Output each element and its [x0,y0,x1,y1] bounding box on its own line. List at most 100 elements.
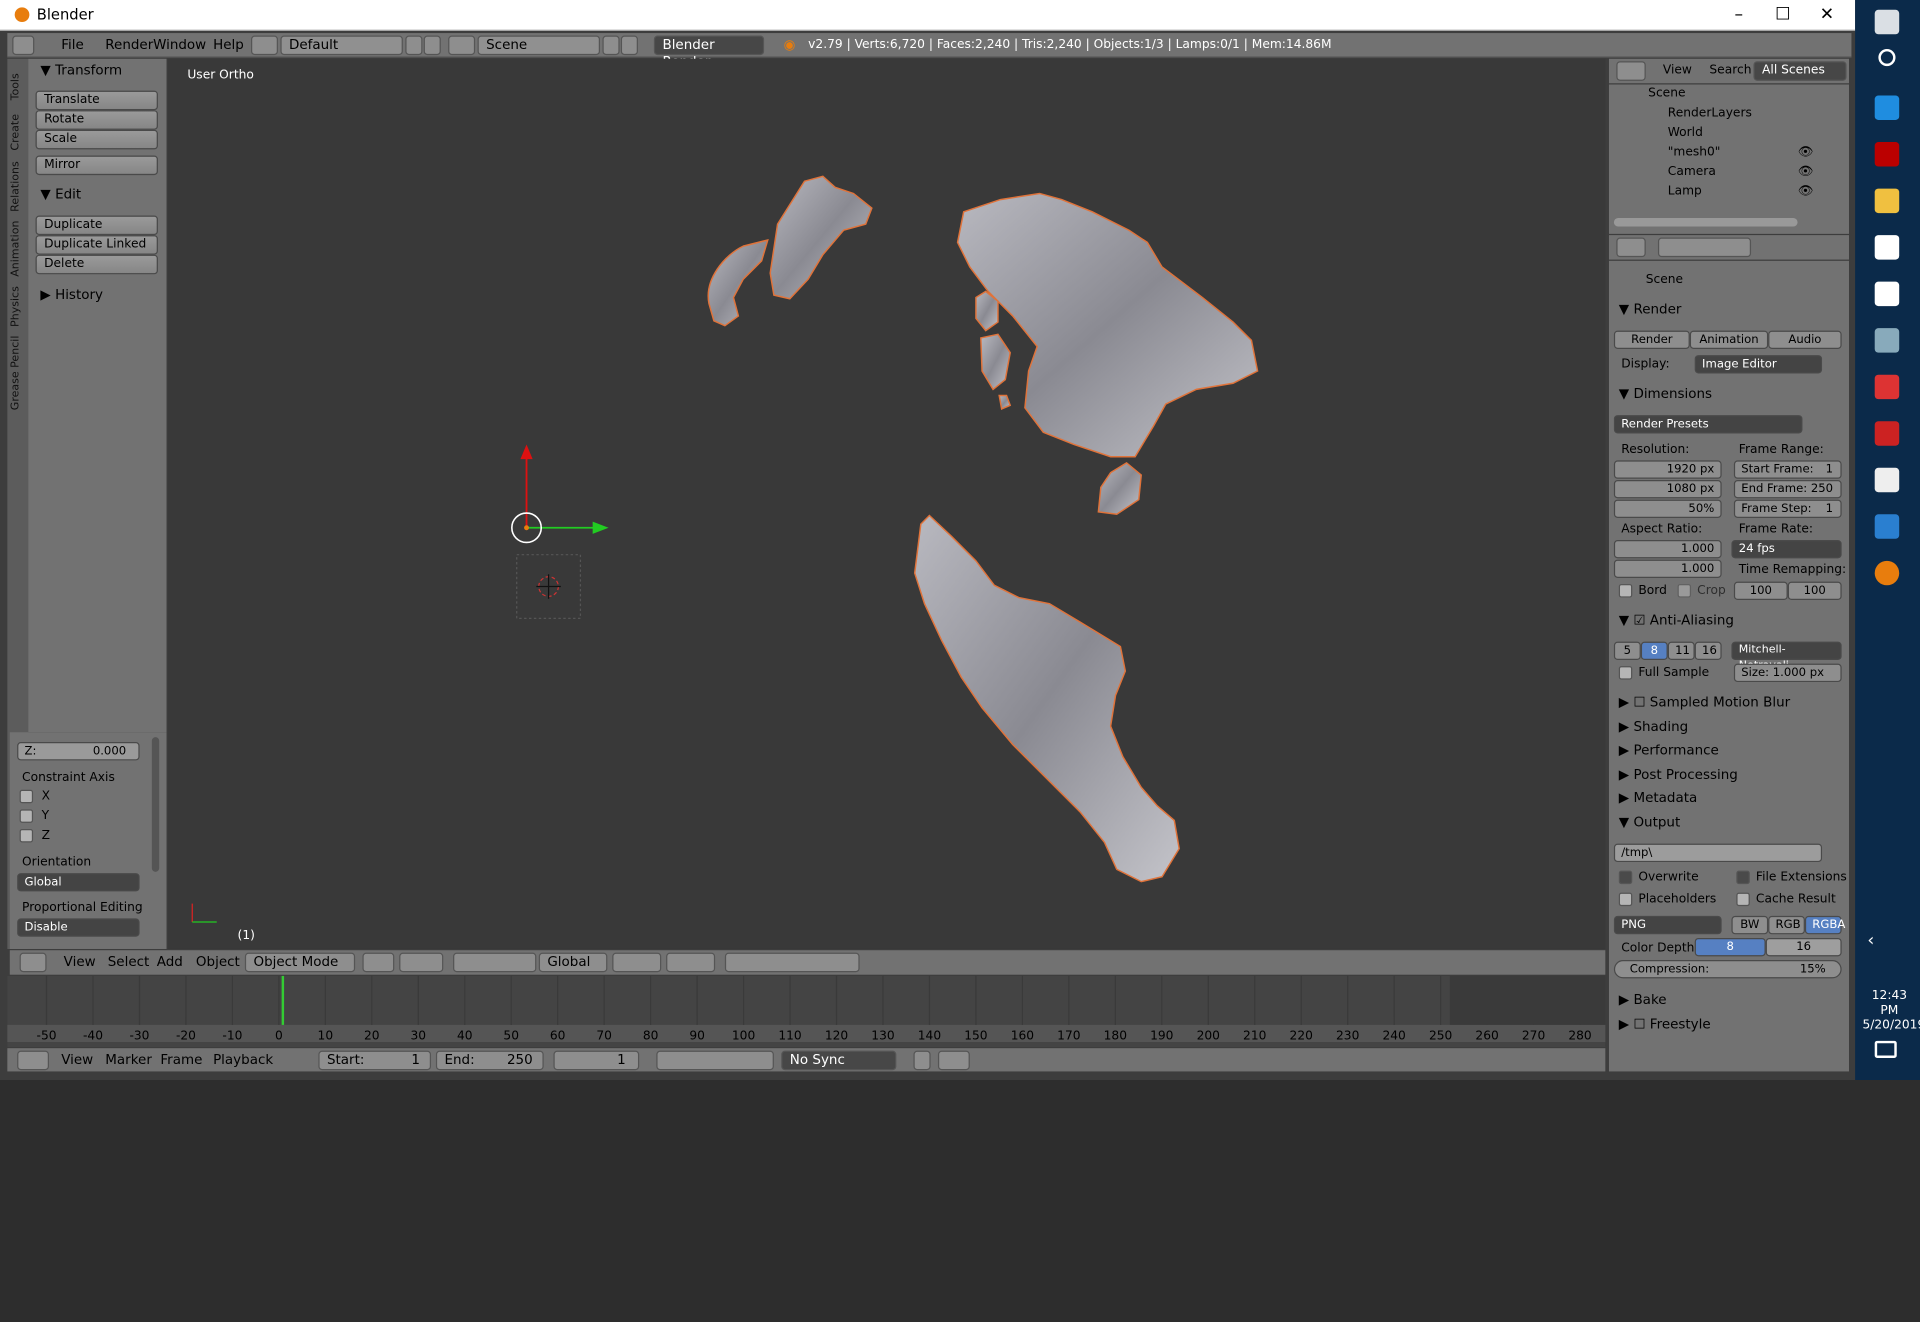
res-x-field[interactable]: 1920 px [1613,460,1722,479]
compression-slider[interactable]: Compression: 15% [1613,960,1842,979]
editor-type-icon[interactable] [12,35,35,56]
tl-menu-marker[interactable]: Marker [105,1049,152,1071]
bake-section[interactable]: ▶ Bake [1619,992,1667,1008]
orientation-select[interactable]: Global [17,873,140,892]
snap-icons[interactable] [724,952,860,973]
axis-z-checkbox[interactable] [19,828,34,843]
3d-viewport[interactable]: User Ortho (1) [167,58,1606,949]
playback-controls[interactable] [656,1050,774,1071]
duplicate-linked-button[interactable]: Duplicate Linked [35,235,158,255]
bw-button[interactable]: BW [1731,915,1769,935]
end-frame-field[interactable]: End Frame: 250 [1733,480,1842,499]
axis-x-checkbox[interactable] [19,789,34,804]
tab-physics[interactable]: Physics [10,282,26,331]
performance-section[interactable]: ▶ Performance [1619,742,1719,758]
amazon-icon[interactable] [1874,281,1900,307]
tl-menu-view[interactable]: View [61,1049,93,1071]
aspect-x-field[interactable]: 1.000 [1613,540,1722,559]
mode-select[interactable]: Object Mode [244,952,356,973]
transform-manipulator[interactable] [511,444,609,544]
aa-5-button[interactable]: 5 [1613,641,1641,661]
blender-taskbar-icon[interactable] [1874,560,1900,586]
frame-step-field[interactable]: Frame Step: 1 [1733,499,1842,518]
audio-button[interactable]: Audio [1768,330,1842,349]
display-select[interactable]: Image Editor [1694,355,1823,374]
output-path-field[interactable]: /tmp\ [1613,843,1823,863]
sync-select[interactable]: No Sync [781,1050,897,1071]
render-engine-select[interactable]: Blender Render [653,35,765,70]
eye-icon[interactable]: 👁 [1798,185,1814,198]
scale-button[interactable]: Scale [35,129,158,150]
full-sample-checkbox[interactable] [1618,666,1633,680]
aa-filter-select[interactable]: Mitchell-Netravali [1731,641,1842,672]
file-extensions-checkbox[interactable] [1736,870,1750,885]
shading-icon[interactable] [362,952,395,973]
mirror-button[interactable]: Mirror [35,155,158,176]
windows-start-icon[interactable] [1874,9,1900,35]
animation-button[interactable]: Animation [1689,330,1769,349]
system-clock[interactable]: 12:43 PM 5/20/2019 [1862,989,1920,1033]
remove-scene-icon[interactable] [620,35,638,56]
res-pct-field[interactable]: 50% [1613,499,1722,518]
duplicate-button[interactable]: Duplicate [35,215,158,236]
menu-object[interactable]: Object [196,951,240,973]
outliner-item-scene[interactable]: Scene [1609,87,1849,107]
file-format-select[interactable]: PNG [1613,915,1722,935]
app-icon-1[interactable] [1874,328,1900,353]
dimensions-section[interactable]: ▼ Dimensions [1619,386,1712,402]
outliner-item-mesh[interactable]: "mesh0" 👁 [1609,146,1849,166]
motion-blur-section[interactable]: ▶ ☐ Sampled Motion Blur [1619,694,1790,710]
keying-icon[interactable] [937,1050,970,1071]
3d-cursor[interactable] [516,554,582,619]
remove-layout-icon[interactable] [423,35,441,56]
axis-y-checkbox[interactable] [19,809,34,823]
current-frame-field[interactable]: 1 [553,1050,640,1071]
transform-section[interactable]: ▼ Transform [40,62,122,78]
depth-16-button[interactable]: 16 [1765,937,1842,957]
menu-view[interactable]: View [64,951,96,973]
shading-section[interactable]: ▶ Shading [1619,719,1688,735]
chevron-left-icon[interactable]: ‹ [1867,931,1874,951]
scene-icon[interactable] [448,35,476,56]
remap-old-field[interactable]: 100 [1733,581,1788,601]
manipulator-icons[interactable] [453,952,537,973]
outliner-item-world[interactable]: World [1609,126,1849,146]
mesh-object[interactable] [707,175,1259,883]
depth-8-button[interactable]: 8 [1694,937,1766,957]
orientation-select[interactable]: Global [538,952,608,973]
z-field[interactable]: Z: 0.000 [17,742,140,761]
outliner-item-camera[interactable]: Camera 👁 [1609,165,1849,185]
end-frame-field[interactable]: End: 250 [435,1050,544,1071]
tl-menu-playback[interactable]: Playback [213,1049,273,1071]
res-y-field[interactable]: 1080 px [1613,480,1722,499]
screen-layout-field[interactable]: Default [280,35,403,56]
start-frame-field[interactable]: Start Frame: 1 [1733,460,1842,479]
app-icon-4[interactable] [1874,467,1900,493]
tab-grease-pencil[interactable]: Grease Pencil [10,333,26,414]
menu-select[interactable]: Select [108,951,150,973]
layers-icon-b[interactable] [666,952,716,973]
outliner-menu-search[interactable]: Search [1709,60,1751,82]
freestyle-section[interactable]: ▶ ☐ Freestyle [1619,1016,1711,1032]
edit-section[interactable]: ▼ Edit [40,186,81,202]
menu-render[interactable]: Render [105,34,153,56]
history-section[interactable]: ▶ History [40,287,103,303]
overwrite-checkbox[interactable] [1618,870,1633,885]
eye-icon[interactable]: 👁 [1798,165,1814,178]
placeholders-checkbox[interactable] [1618,892,1633,907]
aa-section[interactable]: ▼ ☑ Anti-Aliasing [1619,612,1734,628]
layers-icon-a[interactable] [612,952,662,973]
render-presets-select[interactable]: Render Presets [1613,415,1803,434]
render-button[interactable]: Render [1613,330,1690,349]
outliner-editor-icon[interactable] [1616,61,1646,81]
add-scene-icon[interactable] [602,35,620,56]
render-section[interactable]: ▼ Render [1619,301,1682,317]
menu-window[interactable]: Window [153,34,206,56]
aa-11-button[interactable]: 11 [1667,641,1695,661]
view3d-editor-icon[interactable] [19,952,47,973]
app-icon-3[interactable] [1874,421,1900,446]
remap-new-field[interactable]: 100 [1787,581,1842,601]
metadata-section[interactable]: ▶ Metadata [1619,790,1697,806]
menu-file[interactable]: File [61,34,84,56]
scene-field[interactable]: Scene [477,35,601,56]
